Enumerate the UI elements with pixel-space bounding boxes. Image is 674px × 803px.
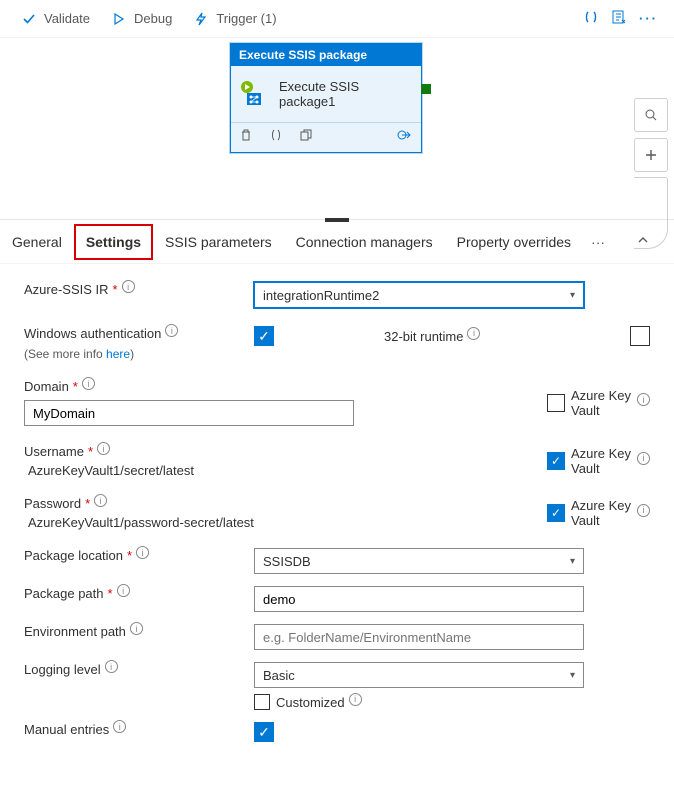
- password-akv-checkbox[interactable]: ✓: [547, 504, 565, 522]
- tab-property-overrides[interactable]: Property overrides: [445, 224, 583, 260]
- activity-footer: [231, 122, 421, 152]
- chevron-down-icon: ▾: [570, 556, 575, 567]
- username-akv-label: Azure Key Vault: [571, 446, 631, 476]
- pkg-location-label: Package location: [24, 548, 123, 563]
- azure-ir-label: Azure-SSIS IR: [24, 282, 109, 297]
- log-level-value: Basic: [263, 668, 295, 683]
- chevron-down-icon: ▾: [570, 670, 575, 681]
- code-icon[interactable]: [577, 5, 605, 32]
- check-icon: ✓: [551, 455, 561, 467]
- delete-icon[interactable]: [239, 128, 253, 147]
- password-value: AzureKeyVault1/password-secret/latest: [24, 515, 547, 530]
- pkg-path-input[interactable]: [263, 587, 575, 611]
- activity-name-label: Execute SSIS package1: [279, 79, 413, 109]
- design-canvas[interactable]: Execute SSIS package Execute SSIS packag…: [0, 38, 674, 220]
- username-label: Username: [24, 444, 84, 459]
- activity-card[interactable]: Execute SSIS package Execute SSIS packag…: [230, 43, 422, 153]
- info-icon[interactable]: i: [467, 327, 480, 340]
- check-icon: [20, 10, 38, 28]
- azure-ir-select[interactable]: integrationRuntime2 ▾: [254, 282, 584, 308]
- top-toolbar: Validate Debug Trigger (1) ···: [0, 0, 674, 38]
- info-icon[interactable]: i: [637, 504, 650, 517]
- log-level-select[interactable]: Basic ▾: [254, 662, 584, 688]
- win-auth-label: Windows authentication: [24, 326, 161, 341]
- domain-input[interactable]: [33, 401, 345, 425]
- ssis-icon: [239, 79, 269, 109]
- info-icon[interactable]: i: [82, 377, 95, 390]
- settings-pane: Azure-SSIS IR * i integrationRuntime2 ▾ …: [0, 264, 674, 803]
- info-icon[interactable]: i: [105, 660, 118, 673]
- env-path-input[interactable]: [263, 625, 575, 649]
- success-handle[interactable]: [421, 84, 431, 94]
- check-icon: ✓: [551, 507, 561, 519]
- info-icon[interactable]: i: [94, 494, 107, 507]
- pkg-path-label: Package path: [24, 586, 104, 601]
- info-icon[interactable]: i: [117, 584, 130, 597]
- add-canvas-button[interactable]: [634, 138, 668, 172]
- manual-entries-checkbox[interactable]: ✓: [254, 722, 274, 742]
- azure-ir-value: integrationRuntime2: [263, 288, 379, 303]
- output-icon[interactable]: [397, 128, 413, 147]
- validate-button[interactable]: Validate: [10, 6, 100, 32]
- username-akv-checkbox[interactable]: ✓: [547, 452, 565, 470]
- username-value: AzureKeyVault1/secret/latest: [24, 463, 547, 478]
- check-icon: ✓: [258, 725, 270, 739]
- drag-handle-icon[interactable]: [325, 218, 349, 222]
- log-level-label: Logging level: [24, 662, 101, 677]
- activity-body: Execute SSIS package1: [231, 66, 421, 122]
- lightning-icon: [192, 10, 210, 28]
- code-braces-icon[interactable]: [269, 128, 283, 147]
- manual-entries-label: Manual entries: [24, 722, 109, 737]
- activity-header: Execute SSIS package: [231, 44, 421, 66]
- debug-label: Debug: [134, 11, 172, 26]
- env-path-label: Environment path: [24, 624, 126, 639]
- info-icon[interactable]: i: [349, 693, 362, 706]
- tab-ssis-parameters[interactable]: SSIS parameters: [153, 224, 284, 260]
- info-icon[interactable]: i: [165, 324, 178, 337]
- debug-button[interactable]: Debug: [100, 6, 182, 32]
- password-akv-label: Azure Key Vault: [571, 498, 631, 528]
- play-icon: [110, 10, 128, 28]
- copy-icon[interactable]: [299, 128, 313, 147]
- tab-general[interactable]: General: [0, 224, 74, 260]
- search-canvas-button[interactable]: [634, 98, 668, 132]
- pkg-location-select[interactable]: SSISDB ▾: [254, 548, 584, 574]
- bit32-label: 32-bit runtime: [384, 329, 463, 344]
- domain-akv-label: Azure Key Vault: [571, 388, 631, 418]
- info-icon[interactable]: i: [136, 546, 149, 559]
- trigger-button[interactable]: Trigger (1): [182, 6, 286, 32]
- template-icon[interactable]: [605, 5, 633, 32]
- pkg-location-value: SSISDB: [263, 554, 311, 569]
- tab-connection-managers[interactable]: Connection managers: [284, 224, 445, 260]
- settings-tabs: General Settings SSIS parameters Connect…: [0, 220, 674, 264]
- more-icon[interactable]: ···: [633, 7, 664, 30]
- info-icon[interactable]: i: [97, 442, 110, 455]
- tab-settings[interactable]: Settings: [74, 224, 153, 260]
- info-icon[interactable]: i: [637, 452, 650, 465]
- trigger-label: Trigger (1): [216, 11, 276, 26]
- required-mark: *: [113, 282, 118, 297]
- bit32-checkbox[interactable]: [630, 326, 650, 346]
- validate-label: Validate: [44, 11, 90, 26]
- see-more-info-label: (See more info here): [24, 347, 254, 361]
- customized-checkbox[interactable]: [254, 694, 270, 710]
- domain-label: Domain: [24, 379, 69, 394]
- domain-akv-checkbox[interactable]: [547, 394, 565, 412]
- info-icon[interactable]: i: [130, 622, 143, 635]
- tabs-overflow-icon[interactable]: ···: [591, 234, 605, 250]
- rail-connector: [634, 177, 668, 249]
- chevron-down-icon: ▾: [570, 290, 575, 301]
- customized-label: Customized: [276, 695, 345, 710]
- info-icon[interactable]: i: [113, 720, 126, 733]
- see-more-link[interactable]: here: [106, 347, 130, 361]
- win-auth-checkbox[interactable]: ✓: [254, 326, 274, 346]
- info-icon[interactable]: i: [637, 393, 650, 406]
- password-label: Password: [24, 496, 81, 511]
- info-icon[interactable]: i: [122, 280, 135, 293]
- check-icon: ✓: [258, 329, 270, 343]
